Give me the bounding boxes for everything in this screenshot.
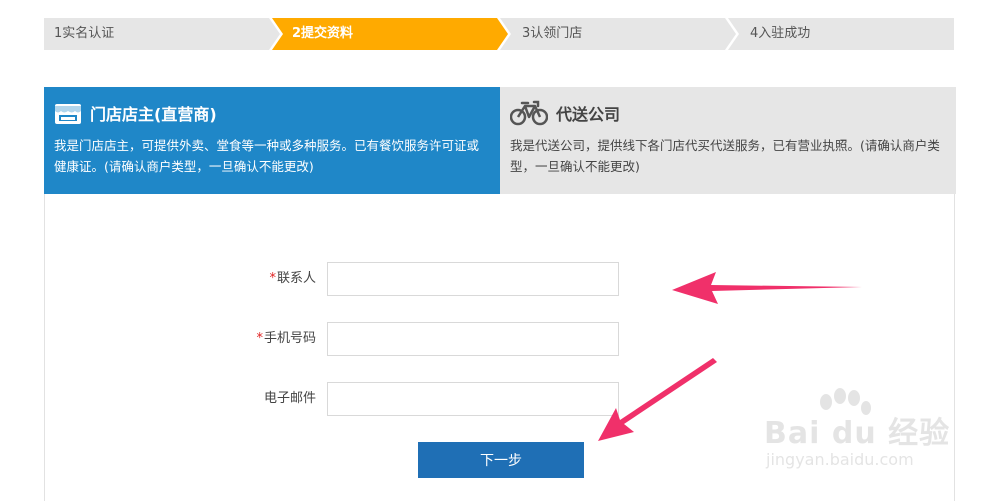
step-label: 2提交资料 bbox=[292, 26, 354, 41]
merchant-type-description: 我是门店店主，可提供外卖、堂食等一种或多种服务。已有餐饮服务许可证或健康证。(请… bbox=[54, 138, 480, 174]
merchant-type-store-owner[interactable]: 门店店主(直营商) 我是门店店主，可提供外卖、堂食等一种或多种服务。已有餐饮服务… bbox=[44, 87, 500, 194]
email-label-text: 电子邮件 bbox=[263, 391, 316, 406]
bicycle-icon bbox=[510, 100, 548, 126]
contact-label-text: 联系人 bbox=[276, 271, 316, 286]
merchant-type-title-row: 门店店主(直营商) bbox=[54, 99, 490, 127]
step-label: 4入驻成功 bbox=[750, 26, 811, 41]
baidu-jingyan-watermark: Bai du 经验 jingyan.baidu.com bbox=[758, 388, 958, 478]
form-row-phone: *手机号码 bbox=[45, 322, 956, 358]
required-mark: * bbox=[269, 271, 276, 286]
step-label: 1实名认证 bbox=[54, 26, 115, 41]
contact-label: *联系人 bbox=[269, 262, 316, 296]
email-input[interactable] bbox=[327, 382, 619, 416]
merchant-type-title: 门店店主(直营商) bbox=[90, 105, 217, 124]
form-row-contact: *联系人 bbox=[45, 262, 956, 298]
merchant-type-title: 代送公司 bbox=[556, 105, 621, 124]
required-mark: * bbox=[256, 331, 263, 346]
storefront-icon bbox=[55, 104, 81, 124]
merchant-type-title-row: 代送公司 bbox=[510, 99, 946, 127]
phone-label: *手机号码 bbox=[256, 322, 316, 356]
contact-input[interactable] bbox=[327, 262, 619, 296]
progress-steps: 1实名认证 2提交资料 3认领门店 4入驻成功 bbox=[44, 18, 954, 50]
step-onboard-success: 4入驻成功 bbox=[728, 18, 954, 50]
step-verify-identity: 1实名认证 bbox=[44, 18, 280, 50]
step-submit-info: 2提交资料 bbox=[272, 18, 508, 50]
step-claim-store: 3认领门店 bbox=[500, 18, 736, 50]
page: 1实名认证 2提交资料 3认领门店 4入驻成功 门店店主(直营商) 我是门店店主… bbox=[0, 0, 1000, 501]
next-step-button[interactable]: 下一步 bbox=[418, 442, 584, 478]
merchant-type-description: 我是代送公司，提供线下各门店代买代送服务，已有营业执照。(请确认商户类型，一旦确… bbox=[510, 138, 940, 174]
watermark-main-text: Bai du 经验 bbox=[764, 416, 951, 451]
merchant-type-delivery-company[interactable]: 代送公司 我是代送公司，提供线下各门店代买代送服务，已有营业执照。(请确认商户类… bbox=[500, 87, 956, 194]
watermark-url: jingyan.baidu.com bbox=[766, 450, 914, 469]
phone-label-text: 手机号码 bbox=[263, 331, 316, 346]
phone-input[interactable] bbox=[327, 322, 619, 356]
step-label: 3认领门店 bbox=[522, 26, 583, 41]
email-label: 电子邮件 bbox=[264, 382, 316, 416]
